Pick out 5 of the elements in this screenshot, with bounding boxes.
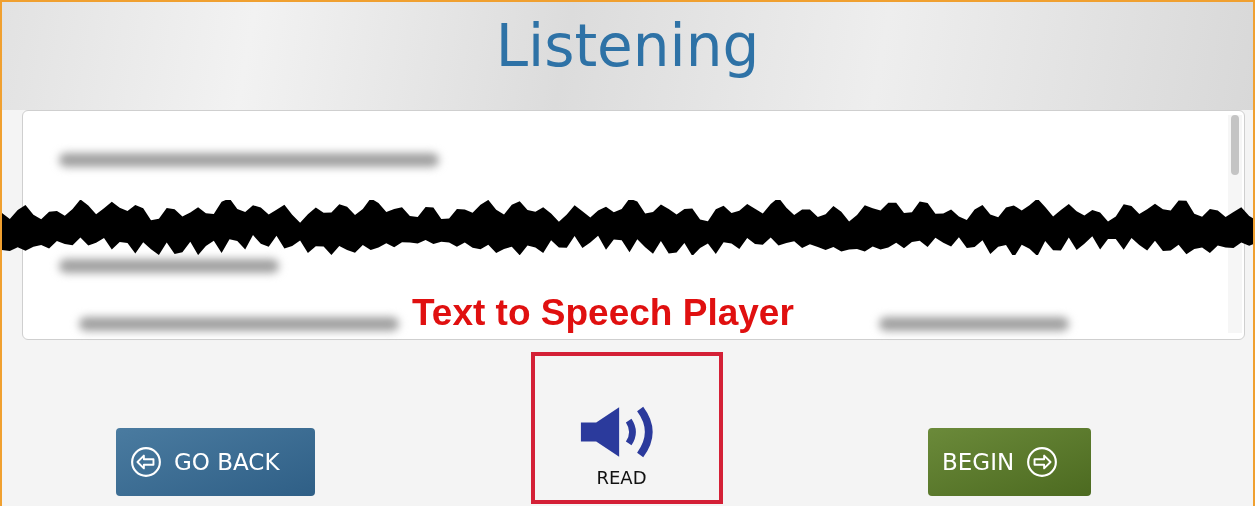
- read-button[interactable]: READ: [558, 368, 685, 488]
- go-back-button[interactable]: GO BACK: [116, 428, 315, 496]
- annotation-label: Text to Speech Player: [412, 292, 794, 334]
- begin-button[interactable]: BEGIN: [928, 428, 1091, 496]
- page-title: Listening: [495, 12, 760, 82]
